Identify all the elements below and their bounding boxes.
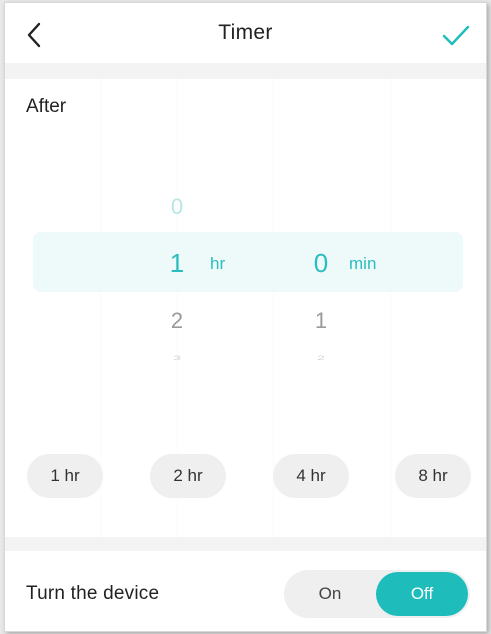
hours-option[interactable]: 0 <box>157 194 197 220</box>
divider <box>5 537 486 551</box>
action-row: Turn the device On Off <box>5 551 486 631</box>
timer-screen: Timer After 0 1 2 3 hr 0 1 2 min 1 hr 2 … <box>4 2 487 632</box>
preset-2hr-button[interactable]: 2 hr <box>150 454 226 498</box>
column-guide <box>390 79 391 539</box>
timer-picker: After 0 1 2 3 hr 0 1 2 min 1 hr 2 hr 4 h… <box>5 79 486 539</box>
minutes-option[interactable]: 2 <box>301 354 341 361</box>
toggle-on-option[interactable]: On <box>284 570 376 618</box>
preset-4hr-button[interactable]: 4 hr <box>273 454 349 498</box>
selected-row-highlight <box>33 232 463 292</box>
divider <box>5 63 486 79</box>
header: Timer <box>5 3 486 63</box>
minutes-selected-value[interactable]: 0 <box>301 248 341 279</box>
hours-unit-label: hr <box>210 254 226 273</box>
minutes-unit-label: min <box>349 254 377 273</box>
toggle-off-option[interactable]: Off <box>376 572 468 616</box>
hours-option[interactable]: 2 <box>157 308 197 334</box>
minutes-option[interactable]: 1 <box>301 308 341 334</box>
hours-option[interactable]: 3 <box>157 354 197 361</box>
check-icon <box>442 25 470 46</box>
on-off-toggle[interactable]: On Off <box>284 570 470 618</box>
after-label: After <box>26 96 67 117</box>
preset-8hr-button[interactable]: 8 hr <box>395 454 471 498</box>
action-label: Turn the device <box>26 583 160 604</box>
confirm-button[interactable] <box>441 23 471 49</box>
page-title: Timer <box>218 21 273 44</box>
hours-selected-value[interactable]: 1 <box>157 248 197 279</box>
preset-1hr-button[interactable]: 1 hr <box>27 454 103 498</box>
